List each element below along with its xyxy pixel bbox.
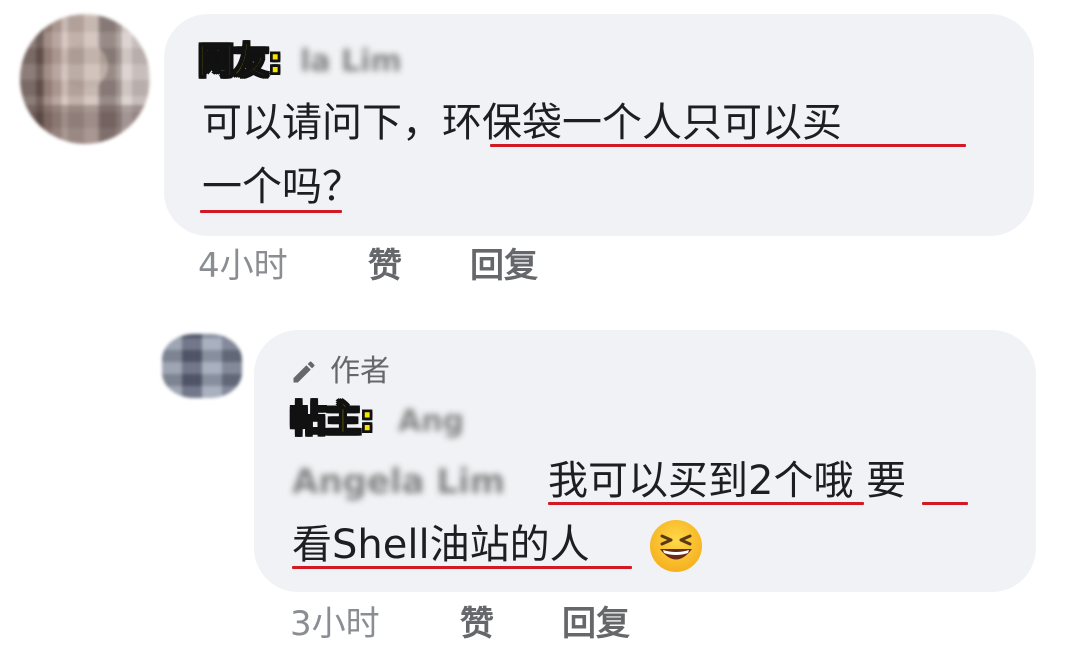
- comment-thread: 网友: la Lim 可以请问下，环保袋一个人只可以买 一个吗？ 4小时 赞 回…: [0, 0, 1070, 662]
- overlay-label-poster: 帖主:: [289, 399, 375, 441]
- author-badge: 作者: [290, 352, 390, 392]
- comment-text-underlined: 环保袋一个人只可以买: [442, 100, 842, 146]
- mentioned-user-blurred[interactable]: Angela Lim: [292, 462, 505, 502]
- red-underline: [548, 502, 864, 505]
- reply-button[interactable]: 回复: [562, 604, 630, 644]
- comment-text-plain: ？: [322, 164, 362, 210]
- reply-button[interactable]: 回复: [470, 246, 538, 286]
- author-name-blurred[interactable]: Ang: [398, 404, 464, 439]
- red-underline: [490, 144, 966, 147]
- reply-text-underlined: 我可以买到2个: [548, 458, 814, 504]
- comment-text-plain: 可以请问下，: [202, 100, 442, 146]
- reply-text-underlined: 要: [866, 458, 907, 504]
- like-button[interactable]: 赞: [460, 604, 494, 644]
- reply-text-plain: 哦: [813, 458, 854, 504]
- red-underline: [292, 566, 632, 569]
- commenter-avatar[interactable]: [20, 14, 150, 144]
- author-badge-label: 作者: [330, 354, 390, 389]
- red-underline: [200, 210, 342, 213]
- comment-text-line2: 一个吗？: [202, 156, 362, 218]
- laughing-squint-emoji: [650, 520, 702, 572]
- red-underline: [922, 502, 968, 505]
- comment-timestamp[interactable]: 4小时: [198, 246, 288, 286]
- author-avatar[interactable]: [162, 334, 242, 398]
- comment-text-underlined: 一个吗: [202, 164, 322, 210]
- like-button[interactable]: 赞: [368, 246, 402, 286]
- commenter-name-blurred[interactable]: la Lim: [300, 44, 402, 79]
- overlay-label-netizen: 网友:: [197, 41, 283, 83]
- reply-timestamp[interactable]: 3小时: [290, 604, 380, 644]
- pencil-icon: [293, 361, 315, 383]
